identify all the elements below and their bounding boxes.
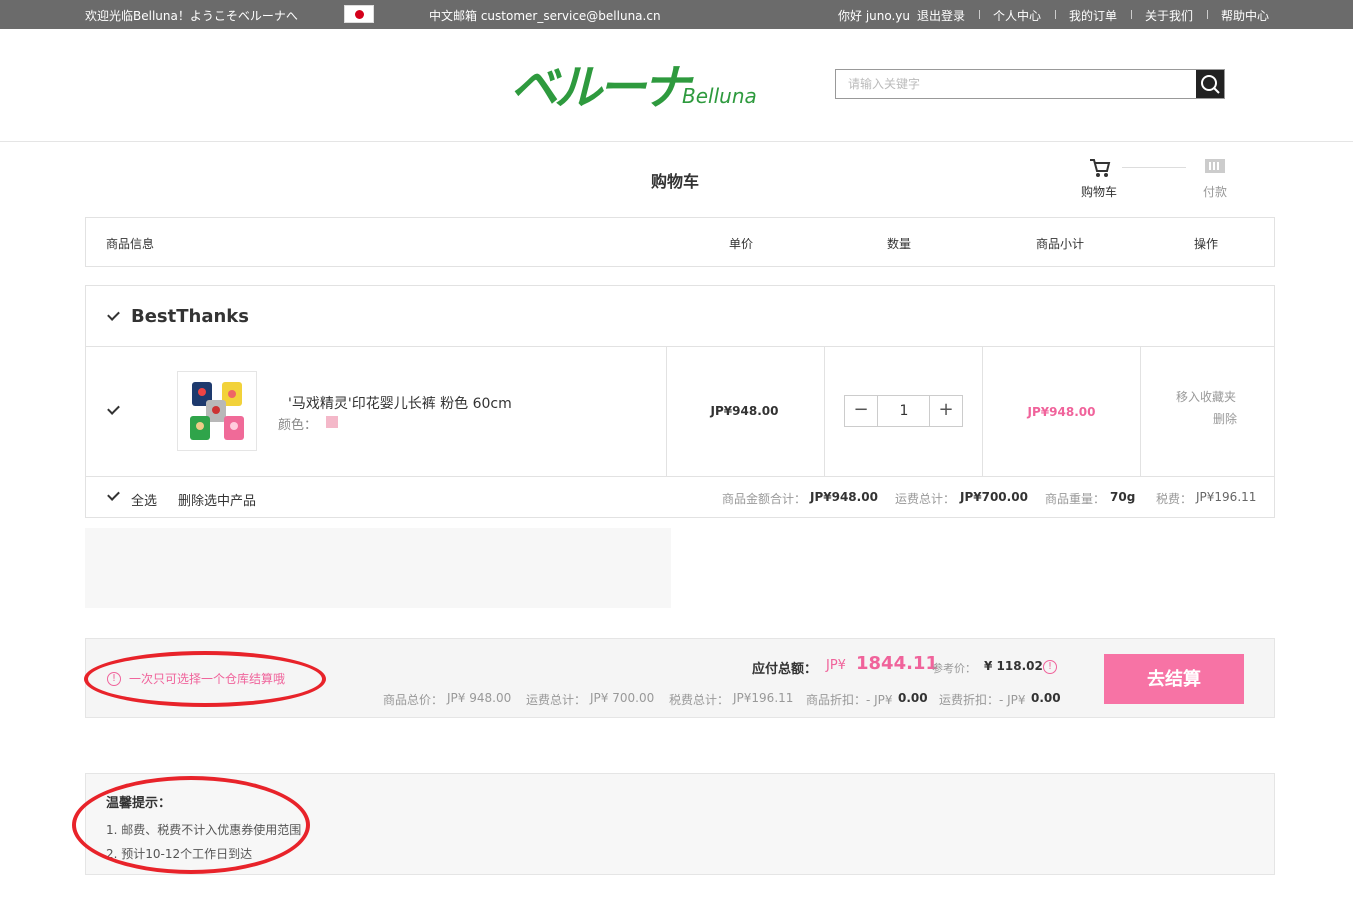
cart-icon (1090, 159, 1111, 177)
product-color-swatch (326, 416, 338, 428)
search-box (835, 69, 1225, 99)
reference-price-value: ¥ 118.02 (984, 659, 1043, 673)
header-subtotal: 商品小计 (1036, 237, 1085, 251)
unit-price: JP¥948.00 (710, 404, 779, 418)
card-icon (1205, 159, 1225, 173)
discount-label: 商品折扣：- JP¥ (806, 693, 893, 707)
tax-label: 税费： (1156, 492, 1193, 506)
weight-value: 70g (1110, 490, 1136, 504)
step-connector (1122, 167, 1186, 168)
goods-total-value: JP¥948.00 (810, 490, 878, 504)
divider (1055, 10, 1056, 19)
shop-name: BestThanks (131, 306, 249, 327)
annotation-oval (72, 776, 310, 874)
belluna-logo[interactable]: ベルーナ Belluna (510, 57, 760, 117)
tax-total-label: 税费总计： (669, 693, 730, 707)
step-cart-label: 购物车 (1081, 185, 1118, 199)
divider (1131, 10, 1132, 19)
logout-link[interactable]: 退出登录 (917, 7, 965, 24)
help-center-link[interactable]: 帮助中心 (1221, 7, 1269, 24)
quantity-input[interactable] (879, 396, 929, 426)
product-thumbnail[interactable] (177, 371, 257, 451)
column-divider (824, 347, 825, 476)
delete-item-link[interactable]: 删除 (1213, 410, 1237, 427)
shipping-value: JP¥700.00 (960, 490, 1028, 504)
shop-group: BestThanks '马戏精灵'印花婴儿长裤 粉色 60cm 颜色： JP¥9… (85, 285, 1275, 518)
page-title: 购物车 (650, 172, 699, 191)
my-orders-link[interactable]: 我的订单 (1069, 7, 1117, 24)
select-all-checkbox[interactable] (107, 489, 121, 503)
cart-item-row: '马戏精灵'印花婴儿长裤 粉色 60cm 颜色： JP¥948.00 − + J… (86, 347, 1274, 477)
service-email: 中文邮箱 customer_service@belluna.cn (429, 9, 661, 23)
weight-label: 商品重量： (1045, 492, 1106, 506)
shop-footer: 全选 删除选中产品 商品金额合计： JP¥948.00 运费总计： JP¥700… (86, 477, 1274, 517)
divider (1207, 10, 1208, 19)
welcome-text: 欢迎光临Belluna！ようこそベルーナへ (85, 9, 298, 23)
shop-checkbox[interactable] (107, 309, 121, 323)
user-greeting: 你好 juno.yu (838, 9, 911, 23)
goods-total-label: 商品金额合计： (722, 492, 807, 506)
ship-total-label: 运费总计： (526, 693, 587, 707)
product-name[interactable]: '马戏精灵'印花婴儿长裤 粉色 60cm (288, 393, 512, 413)
divider (979, 10, 980, 19)
shop-header: BestThanks (86, 286, 1274, 347)
search-button[interactable] (1196, 70, 1224, 98)
quantity-stepper: − + (844, 395, 963, 427)
logo-en-text: Belluna (682, 84, 757, 108)
checkout-button[interactable]: 去结算 (1104, 654, 1244, 704)
total-value: 1844.11 (856, 653, 938, 674)
tax-value: JP¥196.11 (1196, 490, 1257, 504)
about-us-link[interactable]: 关于我们 (1145, 7, 1193, 24)
reference-price-label: 参考价： (932, 662, 976, 675)
product-color-label: 颜色： (278, 418, 318, 433)
logo-jp-text: ベルーナ (510, 60, 694, 116)
goods-price-value: JP¥ 948.00 (447, 691, 512, 705)
quantity-decrease-button[interactable]: − (845, 396, 878, 426)
header-operation: 操作 (1194, 237, 1219, 251)
japan-flag-icon[interactable] (344, 5, 374, 23)
search-input[interactable] (836, 70, 1196, 98)
top-bar: 欢迎光临Belluna！ようこそベルーナへ 中文邮箱 customer_serv… (0, 0, 1353, 29)
move-to-favorites-link[interactable]: 移入收藏夹 (1176, 388, 1236, 405)
goods-price-label: 商品总价： (383, 693, 444, 707)
annotation-oval (84, 651, 326, 707)
site-header: ベルーナ Belluna (0, 29, 1353, 142)
item-checkbox[interactable] (107, 403, 121, 417)
placeholder-panel (85, 528, 671, 608)
info-icon[interactable]: ! (1043, 660, 1057, 674)
cart-table-header: 商品信息 单价 数量 商品小计 操作 (85, 217, 1275, 267)
quantity-increase-button[interactable]: + (929, 396, 962, 426)
header-info: 商品信息 (106, 237, 155, 251)
total-label: 应付总额： (752, 662, 818, 677)
baby-pants-image (190, 382, 244, 440)
ship-discount-value: 0.00 (1031, 691, 1061, 705)
delete-selected-link[interactable]: 删除选中产品 (178, 490, 256, 509)
shipping-label: 运费总计： (895, 492, 956, 506)
discount-value: 0.00 (898, 691, 928, 705)
item-subtotal: JP¥948.00 (1027, 405, 1096, 419)
header-unit-price: 单价 (729, 237, 754, 251)
step-payment-label: 付款 (1203, 185, 1228, 199)
total-currency: JP¥ (826, 658, 846, 673)
personal-center-link[interactable]: 个人中心 (993, 7, 1041, 24)
header-quantity: 数量 (887, 237, 912, 251)
column-divider (1140, 347, 1141, 476)
ship-discount-label: 运费折扣：- JP¥ (939, 693, 1026, 707)
select-all-label[interactable]: 全选 (131, 490, 157, 509)
tax-total-value: JP¥196.11 (733, 691, 794, 705)
ship-total-value: JP¥ 700.00 (590, 691, 655, 705)
search-icon (1201, 75, 1220, 94)
